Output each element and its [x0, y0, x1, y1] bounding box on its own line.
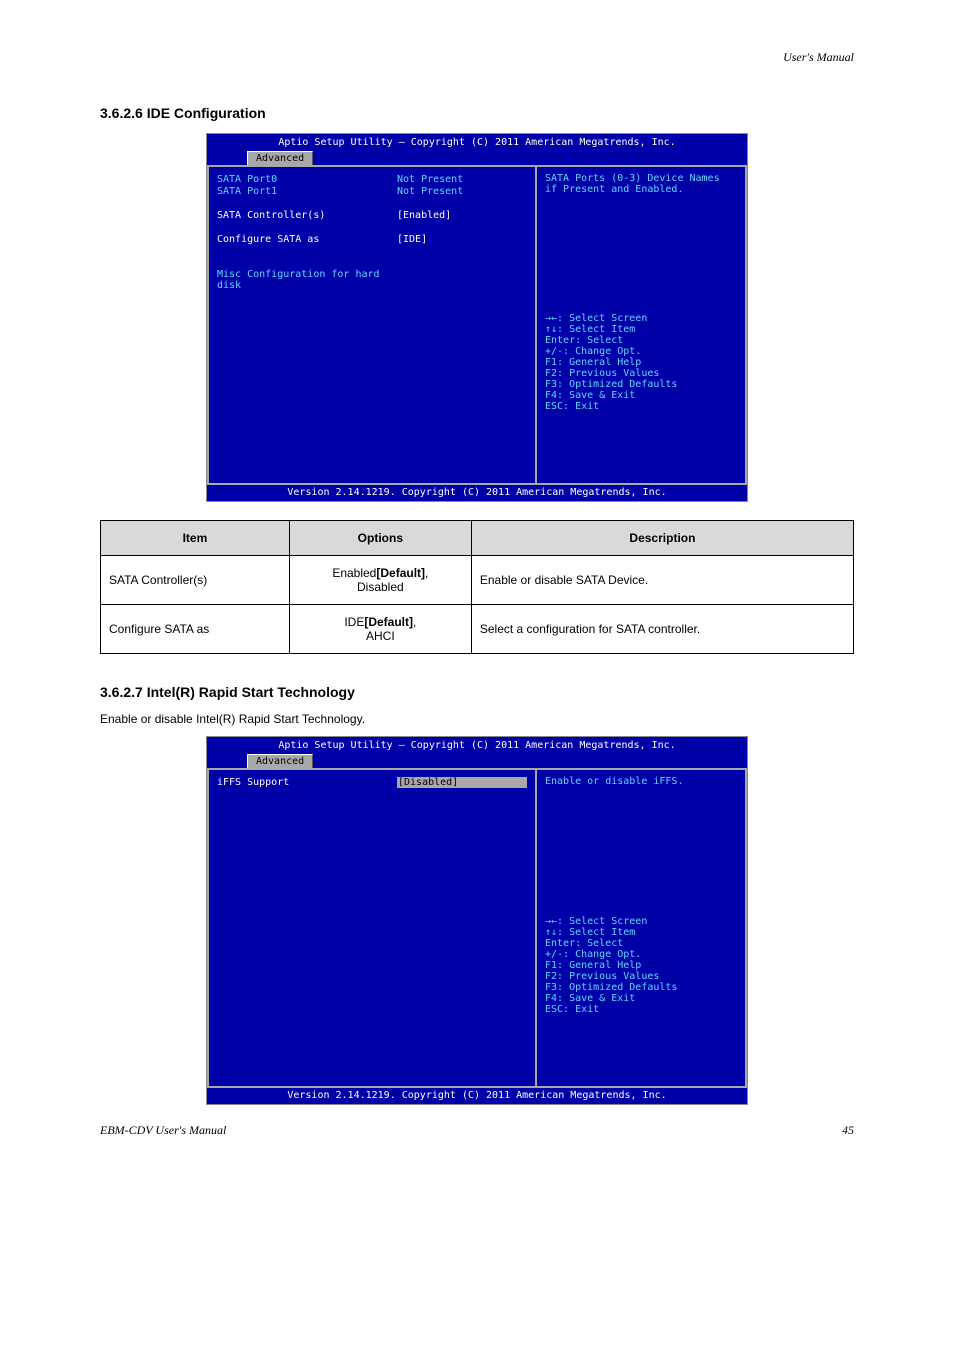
bios-help-line: F3: Optimized Defaults: [545, 982, 737, 993]
bios-help-line: F2: Previous Values: [545, 368, 737, 379]
bios-help-line: ↑↓: Select Item: [545, 927, 737, 938]
cell-options: Enabled[Default],Disabled: [289, 556, 471, 605]
table-row: SATA Controller(s)Enabled[Default],Disab…: [101, 556, 854, 605]
bios-row-value: Not Present: [397, 186, 527, 197]
table-header-row: Item Options Description: [101, 521, 854, 556]
page-footer-left: EBM-CDV User's Manual 45: [0, 1123, 954, 1138]
bios1-tabs: Advanced: [207, 151, 747, 165]
cell-item: SATA Controller(s): [101, 556, 290, 605]
bios-row-label: SATA Port0: [217, 174, 397, 185]
th-options: Options: [289, 521, 471, 556]
bios-row-value: [IDE]: [397, 234, 527, 245]
options-table: Item Options Description SATA Controller…: [100, 520, 854, 654]
bios-help-line: F2: Previous Values: [545, 971, 737, 982]
bios1-help-top: SATA Ports (0-3) Device Names if Present…: [545, 173, 737, 313]
bios-row-value: [397, 269, 527, 291]
bios-help-line: ESC: Exit: [545, 1004, 737, 1015]
cell-description: Enable or disable SATA Device.: [471, 556, 853, 605]
bios-row-value: Not Present: [397, 174, 527, 185]
bios-help-line: F4: Save & Exit: [545, 993, 737, 1004]
bios-row-label: Configure SATA as: [217, 234, 397, 245]
bios-row-value: [Enabled]: [397, 210, 527, 221]
bios-row: Misc Configuration for hard disk: [217, 269, 527, 291]
bios-help-line: →←: Select Screen: [545, 916, 737, 927]
bios2-footer: Version 2.14.1219. Copyright (C) 2011 Am…: [207, 1088, 747, 1104]
bios-help-line: →←: Select Screen: [545, 313, 737, 324]
bios-row: Configure SATA as[IDE]: [217, 234, 527, 245]
bios-row: SATA Port0Not Present: [217, 174, 527, 185]
bios1-right-pane: SATA Ports (0-3) Device Names if Present…: [537, 165, 747, 485]
section1-title: 3.6.2.6 IDE Configuration: [100, 105, 854, 121]
bios2-right-pane: Enable or disable iFFS. →←: Select Scree…: [537, 768, 747, 1088]
th-item: Item: [101, 521, 290, 556]
bios-row-value: [Disabled]: [397, 777, 527, 788]
bios-row: iFFS Support[Disabled]: [217, 777, 527, 788]
cell-description: Select a configuration for SATA controll…: [471, 605, 853, 654]
bios-help-line: F1: General Help: [545, 357, 737, 368]
page-header-right: User's Manual: [0, 0, 954, 65]
bios-help-line: +/-: Change Opt.: [545, 949, 737, 960]
bios-row-label: SATA Controller(s): [217, 210, 397, 221]
bios2-help-bottom: →←: Select Screen↑↓: Select ItemEnter: S…: [545, 916, 737, 1015]
bios2-left-pane: iFFS Support[Disabled]: [207, 768, 537, 1088]
bios-screenshot-1: Aptio Setup Utility – Copyright (C) 2011…: [206, 133, 748, 502]
section2-para: Enable or disable Intel(R) Rapid Start T…: [100, 712, 854, 726]
cell-item: Configure SATA as: [101, 605, 290, 654]
bios1-tab-advanced: Advanced: [247, 151, 313, 165]
bios-help-line: ESC: Exit: [545, 401, 737, 412]
bios1-header: Aptio Setup Utility – Copyright (C) 2011…: [207, 134, 747, 148]
cell-options: IDE[Default],AHCI: [289, 605, 471, 654]
bios-row-label: Misc Configuration for hard disk: [217, 269, 397, 291]
bios2-tabs: Advanced: [207, 754, 747, 768]
bios-screenshot-2: Aptio Setup Utility – Copyright (C) 2011…: [206, 736, 748, 1105]
bios-row-label: SATA Port1: [217, 186, 397, 197]
bios2-help-top: Enable or disable iFFS.: [545, 776, 737, 916]
bios-row: SATA Port1Not Present: [217, 186, 527, 197]
section2-title: 3.6.2.7 Intel(R) Rapid Start Technology: [100, 684, 854, 700]
table-row: Configure SATA asIDE[Default],AHCISelect…: [101, 605, 854, 654]
bios-help-line: ↑↓: Select Item: [545, 324, 737, 335]
bios-help-line: F3: Optimized Defaults: [545, 379, 737, 390]
bios-row: SATA Controller(s)[Enabled]: [217, 210, 527, 221]
th-description: Description: [471, 521, 853, 556]
bios2-tab-advanced: Advanced: [247, 754, 313, 768]
page-content: 3.6.2.6 IDE Configuration Aptio Setup Ut…: [0, 65, 954, 1105]
bios-row-label: iFFS Support: [217, 777, 397, 788]
bios-help-line: Enter: Select: [545, 938, 737, 949]
bios-help-line: F1: General Help: [545, 960, 737, 971]
bios-help-line: +/-: Change Opt.: [545, 346, 737, 357]
bios1-left-pane: SATA Port0Not PresentSATA Port1Not Prese…: [207, 165, 537, 485]
bios-help-line: F4: Save & Exit: [545, 390, 737, 401]
bios1-footer: Version 2.14.1219. Copyright (C) 2011 Am…: [207, 485, 747, 501]
bios-help-line: Enter: Select: [545, 335, 737, 346]
bios2-header: Aptio Setup Utility – Copyright (C) 2011…: [207, 737, 747, 751]
bios1-help-bottom: →←: Select Screen↑↓: Select ItemEnter: S…: [545, 313, 737, 412]
